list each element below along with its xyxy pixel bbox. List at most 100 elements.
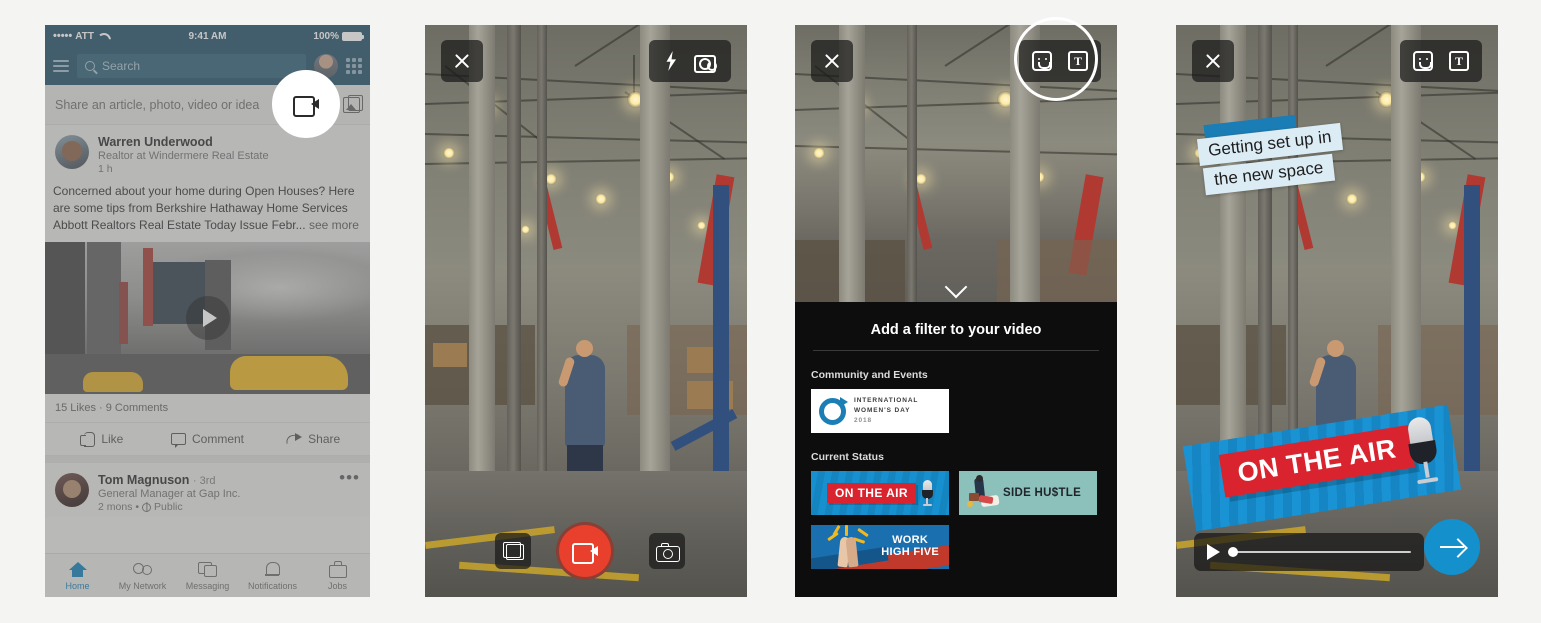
- filter-option-side-hustle[interactable]: SIDE HU$TLE: [959, 471, 1097, 515]
- close-icon: [1204, 52, 1222, 70]
- people-icon: [133, 561, 152, 578]
- collapse-sheet-button[interactable]: [943, 275, 969, 299]
- post-author-block: Warren Underwood Realtor at Windermere R…: [98, 135, 269, 175]
- post-engagement-counts[interactable]: 15 Likes · 9 Comments: [45, 394, 370, 424]
- filter-option-work-high-five[interactable]: WORK HIGH FIVE: [811, 525, 949, 569]
- post-overflow-menu[interactable]: •••: [339, 469, 360, 513]
- play-triangle-icon: [202, 309, 217, 328]
- tab-notifications[interactable]: Notifications: [240, 561, 305, 591]
- filter-option-on-the-air[interactable]: ON THE AIR: [811, 471, 949, 515]
- search-input[interactable]: Search: [77, 54, 306, 78]
- close-button[interactable]: [1192, 40, 1234, 82]
- author-name-text: Tom Magnuson: [98, 473, 190, 488]
- filter-grid-community: INTERNATIONAL WOMEN'S DAY 2018: [795, 389, 1117, 433]
- see-more-link[interactable]: see more: [309, 218, 359, 232]
- camera-flip-icon[interactable]: [694, 52, 717, 73]
- bell-icon: [263, 561, 282, 578]
- apps-grid-icon[interactable]: [346, 58, 362, 74]
- photo-mode-button[interactable]: [649, 533, 685, 569]
- close-icon: [823, 52, 841, 70]
- overlay-tools: T: [1400, 40, 1482, 82]
- text-tool-icon[interactable]: T: [1449, 51, 1469, 71]
- gallery-button[interactable]: [495, 533, 531, 569]
- comment-button[interactable]: Comment: [155, 432, 261, 449]
- play-button[interactable]: [185, 296, 230, 341]
- filter-picker-screen: T Add a filter to your video Community a…: [795, 25, 1117, 597]
- feed-divider: [45, 456, 370, 464]
- bottom-tab-bar: Home My Network Messaging Notifications …: [45, 553, 370, 597]
- tab-messaging[interactable]: Messaging: [175, 561, 240, 591]
- share-arrow-icon: [286, 433, 303, 445]
- video-camera-icon: [572, 542, 598, 564]
- video-caption-overlay[interactable]: Getting set up in the new space: [1196, 114, 1398, 196]
- businessman-illustration: [965, 475, 1000, 508]
- share-button[interactable]: Share: [260, 432, 366, 446]
- sticker-icon[interactable]: [1413, 51, 1433, 71]
- post-video-thumbnail[interactable]: [45, 242, 370, 395]
- next-button[interactable]: [1424, 519, 1480, 575]
- thumbs-up-icon: [80, 432, 96, 448]
- feed-list: Warren Underwood Realtor at Windermere R…: [45, 125, 370, 518]
- video-editor-screen: T Getting set up in the new space ON THE…: [1176, 25, 1498, 597]
- high-five-hands-illustration: [827, 525, 869, 568]
- record-button[interactable]: [556, 522, 614, 580]
- camera-capture-screen: [425, 25, 747, 597]
- section-label-community: Community and Events: [811, 369, 928, 381]
- video-composer-spotlight-button[interactable]: [272, 70, 340, 138]
- progress-knob[interactable]: [1228, 547, 1238, 557]
- iwd-label: INTERNATIONAL WOMEN'S DAY 2018: [854, 396, 918, 426]
- close-button[interactable]: [811, 40, 853, 82]
- overlay-tools-spotlight[interactable]: [1014, 17, 1098, 101]
- tab-my-network[interactable]: My Network: [110, 561, 175, 591]
- ceiling-lamp: [697, 221, 706, 230]
- whf-line2: HIGH FIVE: [881, 546, 939, 558]
- close-button[interactable]: [441, 40, 483, 82]
- screenshot-canvas: ••••• ATT 9:41 AM 100% Search Share an a…: [0, 0, 1541, 623]
- section-label-current-status: Current Status: [811, 451, 884, 463]
- play-icon[interactable]: [1207, 544, 1220, 560]
- feed-post: Warren Underwood Realtor at Windermere R…: [45, 125, 370, 457]
- camera-viewfinder: [425, 25, 747, 597]
- search-placeholder: Search: [102, 59, 141, 73]
- post-author-avatar[interactable]: [55, 473, 89, 508]
- tab-label: Messaging: [185, 580, 230, 591]
- post-author-name[interactable]: Warren Underwood: [98, 135, 269, 149]
- flash-icon[interactable]: [666, 51, 677, 71]
- tab-label: Notifications: [247, 580, 298, 591]
- post-timestamp: 2 mons • Public: [98, 501, 240, 513]
- structural-pillar: [907, 25, 917, 302]
- progress-track[interactable]: [1228, 547, 1411, 557]
- thumb-building: [87, 242, 121, 363]
- like-button[interactable]: Like: [49, 432, 155, 448]
- microphone-icon: [921, 480, 933, 506]
- tab-label: My Network: [118, 580, 167, 591]
- filter-grid-status: ON THE AIR SIDE HU$TLE WORK HIGH FIVE: [795, 471, 1117, 569]
- ceiling-lamp: [443, 147, 455, 159]
- arrow-right-icon: [1440, 545, 1464, 549]
- iwd-logo-icon: [819, 396, 848, 425]
- thumb-vertical-sign: [119, 282, 128, 345]
- feed-post: Tom Magnuson · 3rd General Manager at Ga…: [45, 463, 370, 518]
- globe-icon: [142, 502, 152, 512]
- tab-label: Home: [65, 580, 90, 591]
- tab-home[interactable]: Home: [45, 561, 110, 591]
- post-author-avatar[interactable]: [55, 135, 89, 169]
- post-timestamp: 1 h: [98, 163, 113, 175]
- lamp-stem: [633, 55, 635, 93]
- thumb-taxi: [83, 372, 143, 393]
- home-icon: [68, 561, 87, 578]
- filter-option-iwd[interactable]: INTERNATIONAL WOMEN'S DAY 2018: [811, 389, 949, 433]
- post-author-block: Tom Magnuson · 3rd General Manager at Ga…: [98, 473, 240, 513]
- tab-jobs[interactable]: Jobs: [305, 560, 370, 591]
- hamburger-menu-icon[interactable]: [53, 60, 69, 72]
- post-author-headline: General Manager at Gap Inc.: [98, 488, 241, 501]
- post-author-name[interactable]: Tom Magnuson · 3rd: [98, 473, 240, 487]
- person-arm: [1308, 356, 1327, 388]
- image-upload-icon[interactable]: [343, 94, 363, 113]
- cardboard-box: [433, 343, 467, 367]
- comment-label: Comment: [192, 432, 245, 447]
- playback-scrubber[interactable]: [1194, 533, 1424, 571]
- ceiling-lamp: [521, 225, 530, 234]
- messages-icon: [198, 561, 217, 578]
- thumb-taxi: [230, 356, 348, 391]
